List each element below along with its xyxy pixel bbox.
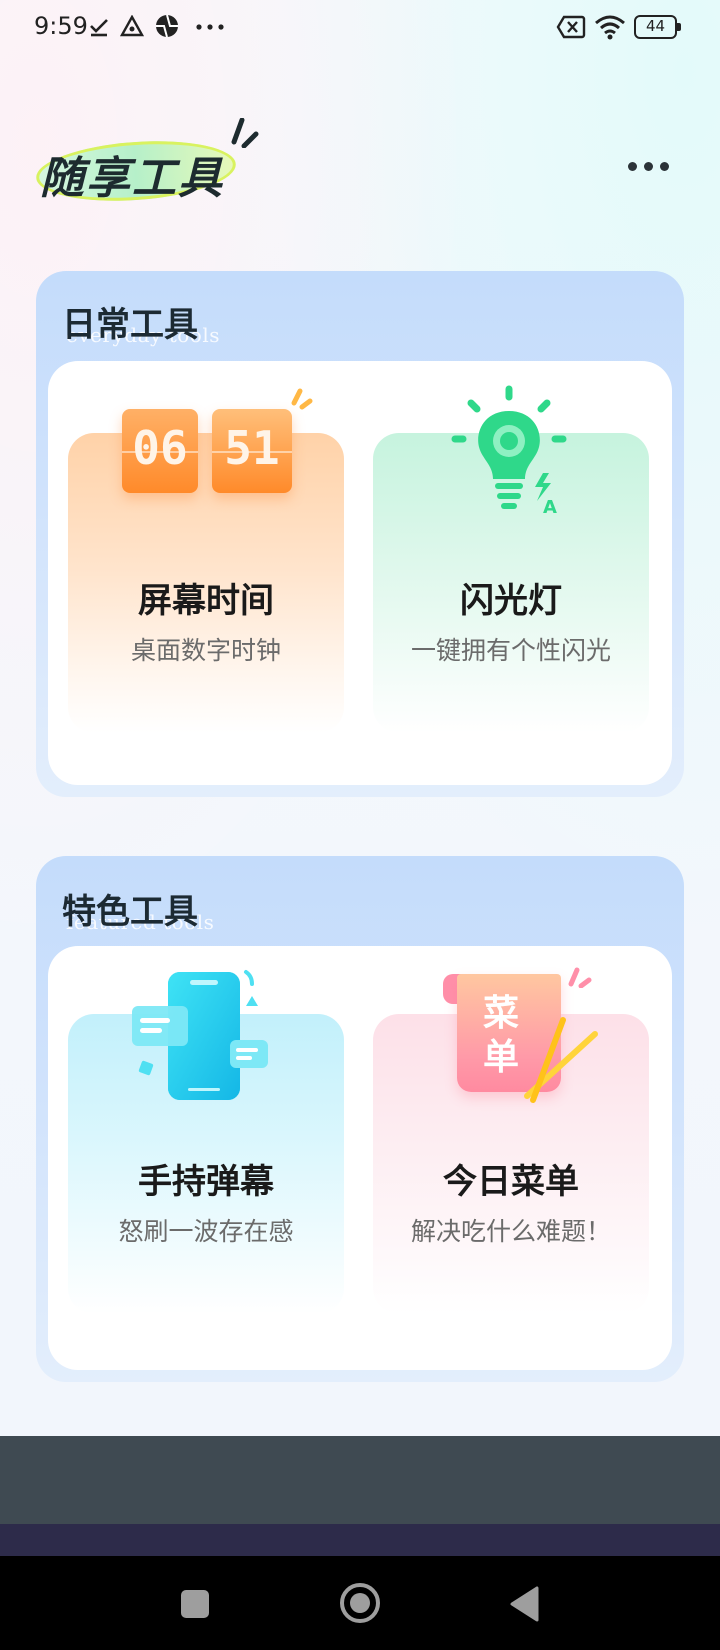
menu-scroll-icon: 菜 单 [443, 967, 603, 1104]
battery-level: 44 [645, 17, 666, 35]
battery-icon: 44 [634, 15, 682, 39]
card-subtitle: 桌面数字时钟 [130, 636, 281, 665]
more-horizontal-icon [628, 162, 637, 171]
phone-chat-icon [132, 970, 268, 1100]
card-title: 闪光灯 [460, 581, 562, 621]
recent-apps-button[interactable] [145, 1556, 245, 1650]
card-flashlight[interactable]: A 闪光灯 一键拥有个性闪光 [373, 385, 649, 733]
section-content: 06 51 屏幕时间 桌面数字时钟 A 闪光灯 一键拥有个性闪光 [48, 361, 672, 785]
card-handheld-barrage[interactable]: 手持弹幕 怒刷一波存在感 [68, 970, 344, 1314]
app-title-logo: 随享工具 [34, 118, 266, 208]
system-navigation-bar [0, 1556, 720, 1650]
recent-apps-icon [181, 1590, 209, 1618]
section-title: 特色工具 [62, 892, 198, 932]
status-bar: 9:59 44 [0, 0, 720, 54]
card-subtitle: 解决吃什么难题！ [410, 1217, 611, 1246]
card-title: 手持弹幕 [138, 1162, 274, 1202]
warning-triangle-icon [120, 15, 144, 37]
more-options-button[interactable] [620, 150, 680, 186]
card-screen-time[interactable]: 06 51 屏幕时间 桌面数字时钟 [68, 388, 344, 733]
section-title: 日常工具 [62, 305, 198, 345]
card-todays-menu[interactable]: 菜 单 今日菜单 解决吃什么难题！ [373, 967, 649, 1314]
section-featured-tools: featured tools 特色工具 手持弹幕 怒刷一波存在感 菜 单 今日菜… [36, 856, 684, 1382]
sim-x-icon [556, 15, 586, 39]
status-time: 9:59 [34, 12, 88, 40]
spark-icon [291, 388, 313, 410]
home-icon [340, 1583, 380, 1623]
card-title: 屏幕时间 [138, 581, 274, 621]
card-subtitle: 一键拥有个性闪光 [410, 636, 611, 665]
clock-minutes: 51 [224, 421, 280, 475]
card-subtitle: 怒刷一波存在感 [118, 1217, 294, 1246]
bottom-strip [0, 1524, 720, 1556]
wifi-icon [595, 15, 625, 40]
section-content: 手持弹幕 怒刷一波存在感 菜 单 今日菜单 解决吃什么难题！ [48, 946, 672, 1370]
card-title: 今日菜单 [443, 1162, 579, 1202]
back-icon [510, 1586, 539, 1622]
app-title: 随享工具 [40, 153, 224, 204]
section-daily-tools: everyday tools 日常工具 06 51 屏幕时间 桌面数字时钟 A … [36, 271, 684, 797]
clock-hours: 06 [132, 421, 188, 475]
chopsticks-icon [524, 1017, 598, 1103]
spark-icon [568, 967, 592, 988]
check-icon [90, 19, 108, 37]
spark-icon [231, 118, 259, 148]
auto-badge: A [543, 497, 557, 518]
bottom-ad-area [0, 1436, 720, 1524]
menu-label-2: 单 [483, 1037, 520, 1078]
flip-clock-icon: 06 51 [122, 409, 302, 499]
home-button[interactable] [310, 1556, 410, 1650]
back-button[interactable] [475, 1556, 575, 1650]
aperture-icon [156, 14, 178, 38]
more-dots-icon [196, 24, 224, 30]
